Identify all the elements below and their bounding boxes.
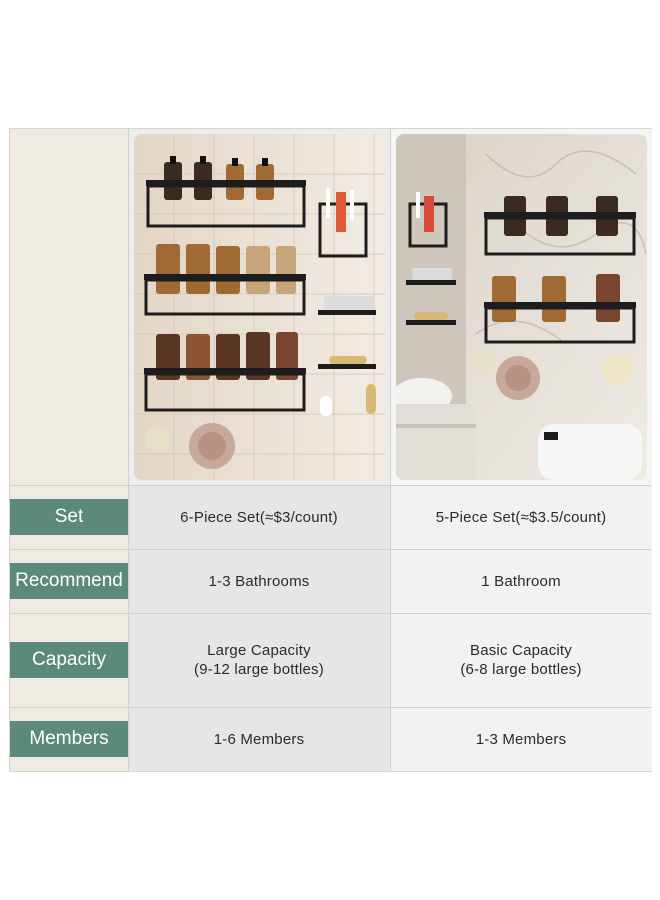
members-value-a-text: 1-6 Members bbox=[213, 730, 305, 748]
capacity-value-b: Basic Capacity (6-8 large bottles) bbox=[390, 613, 652, 707]
empty-header-cell bbox=[10, 129, 128, 485]
recommend-value-a: 1-3 Bathrooms bbox=[128, 549, 390, 613]
members-value-b: 1-3 Members bbox=[390, 707, 652, 771]
row-label-recommend: Recommend bbox=[10, 563, 128, 599]
members-value-b-text: 1-3 Members bbox=[475, 730, 567, 748]
comparison-table: Set 6-Piece Set(≈$3/count) 5-Piece Set(≈… bbox=[9, 128, 652, 772]
six-piece-shelf-photo bbox=[134, 134, 385, 480]
capacity-value-a-line1: Large Capacity bbox=[207, 642, 311, 659]
capacity-value-a-line2: (9-12 large bottles) bbox=[194, 661, 324, 678]
set-value-b: 5-Piece Set(≈$3.5/count) bbox=[390, 485, 652, 549]
capacity-value-b-line1: Basic Capacity bbox=[469, 642, 572, 659]
recommend-value-b: 1 Bathroom bbox=[390, 549, 652, 613]
five-piece-shelf-photo bbox=[396, 134, 647, 480]
set-value-a: 6-Piece Set(≈$3/count) bbox=[128, 485, 390, 549]
capacity-value-b-line2: (6-8 large bottles) bbox=[460, 661, 582, 678]
row-label-set: Set bbox=[10, 499, 128, 535]
capacity-value-a: Large Capacity (9-12 large bottles) bbox=[128, 613, 390, 707]
set-value-b-text: 5-Piece Set(≈$3.5/count) bbox=[435, 508, 607, 526]
recommend-value-b-text: 1 Bathroom bbox=[481, 572, 561, 590]
row-label-members: Members bbox=[10, 721, 128, 757]
set-value-a-text: 6-Piece Set(≈$3/count) bbox=[180, 508, 338, 526]
recommend-value-a-text: 1-3 Bathrooms bbox=[208, 572, 310, 590]
row-label-capacity: Capacity bbox=[10, 642, 128, 678]
members-value-a: 1-6 Members bbox=[128, 707, 390, 771]
